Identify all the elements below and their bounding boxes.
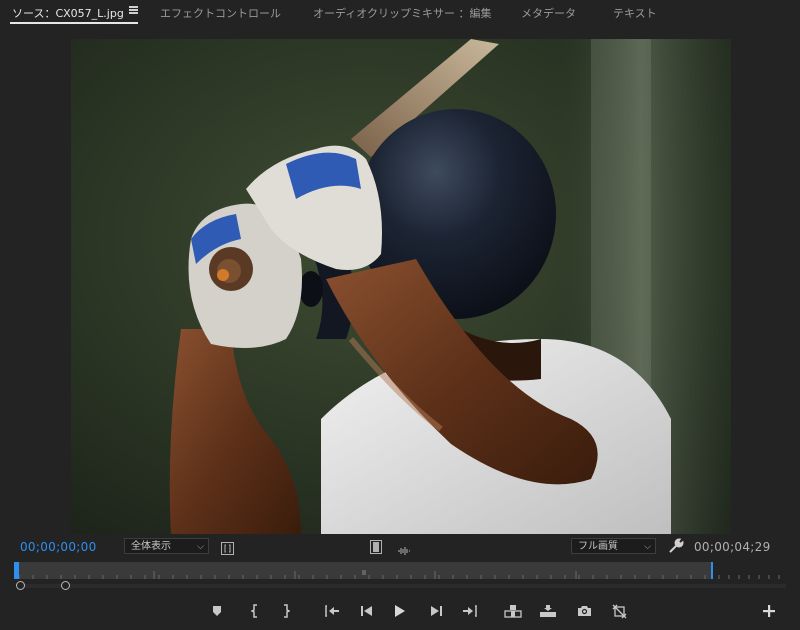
go-to-out-icon xyxy=(463,605,477,617)
step-back-icon xyxy=(360,606,372,616)
step-forward-button[interactable] xyxy=(425,600,447,622)
chevron-down-icon: ⌵ xyxy=(644,542,651,552)
mark-in-button[interactable] xyxy=(244,600,266,622)
waveform-icon[interactable] xyxy=(397,541,411,560)
tab-effect-controls[interactable]: エフェクトコントロール xyxy=(160,5,281,21)
overwrite-icon xyxy=(540,605,556,617)
add-button[interactable] xyxy=(758,600,780,622)
go-to-out-button[interactable] xyxy=(459,600,481,622)
source-time-ruler[interactable] xyxy=(14,562,786,592)
tab-text[interactable]: テキスト xyxy=(613,5,657,21)
zoom-level-select[interactable]: 全体表示 ⌵ xyxy=(124,538,209,554)
playback-quality-select[interactable]: フル画質 ⌵ xyxy=(571,538,656,554)
clip-duration-timecode: 00;00;04;29 xyxy=(694,540,771,554)
step-back-button[interactable] xyxy=(355,600,377,622)
tab-source[interactable]: ソース：CX057_L.jpg xyxy=(12,5,124,21)
tab-metadata[interactable]: メタデータ xyxy=(521,5,576,21)
source-clip-frame xyxy=(71,39,731,534)
export-frame-button[interactable] xyxy=(573,600,595,622)
film-strip-icon[interactable] xyxy=(370,539,382,558)
playhead[interactable] xyxy=(14,562,19,579)
zoom-start-handle[interactable] xyxy=(16,581,25,590)
bracket-frame-icon[interactable] xyxy=(221,540,234,559)
button-editor-icon xyxy=(612,604,626,618)
active-tab-indicator xyxy=(10,22,138,24)
baseball-batter-image xyxy=(71,39,731,534)
zoom-level-value: 全体表示 xyxy=(131,541,171,552)
play-icon xyxy=(395,605,405,617)
mark-out-button[interactable] xyxy=(275,600,297,622)
marker-icon xyxy=(213,606,221,616)
zoom-end-handle[interactable] xyxy=(61,581,70,590)
plus-icon xyxy=(763,605,775,617)
chevron-down-icon: ⌵ xyxy=(197,542,204,552)
quality-value: フル画質 xyxy=(578,541,618,552)
transport-controls xyxy=(0,598,800,624)
panel-tab-bar: ソース：CX057_L.jpg エフェクトコントロール オーディオクリップミキサ… xyxy=(0,0,800,26)
step-forward-icon xyxy=(430,606,442,616)
button-editor-button[interactable] xyxy=(608,600,630,622)
out-point-marker[interactable] xyxy=(711,562,713,579)
wrench-icon[interactable] xyxy=(669,538,684,557)
monitor-controls-row: 00;00;00;00 全体表示 ⌵ フル画質 ⌵ 00;00;04;29 xyxy=(0,536,800,558)
hamburger-menu-icon[interactable] xyxy=(129,6,138,14)
playhead-timecode[interactable]: 00;00;00;00 xyxy=(20,540,97,554)
zoom-scroll-bar[interactable] xyxy=(20,584,786,588)
camera-icon xyxy=(577,606,591,616)
mark-in-icon xyxy=(251,604,257,618)
insert-button[interactable] xyxy=(502,600,524,622)
mark-out-icon xyxy=(284,604,290,618)
go-to-in-icon xyxy=(325,605,339,617)
play-button[interactable] xyxy=(389,600,411,622)
add-marker-button[interactable] xyxy=(206,600,228,622)
overwrite-button[interactable] xyxy=(537,600,559,622)
go-to-in-button[interactable] xyxy=(321,600,343,622)
source-monitor-viewer xyxy=(0,26,800,536)
tab-audio-clip-mixer[interactable]: オーディオクリップミキサー ：編集 xyxy=(313,5,492,21)
insert-icon xyxy=(504,605,522,618)
time-ruler-ticks xyxy=(18,570,780,579)
